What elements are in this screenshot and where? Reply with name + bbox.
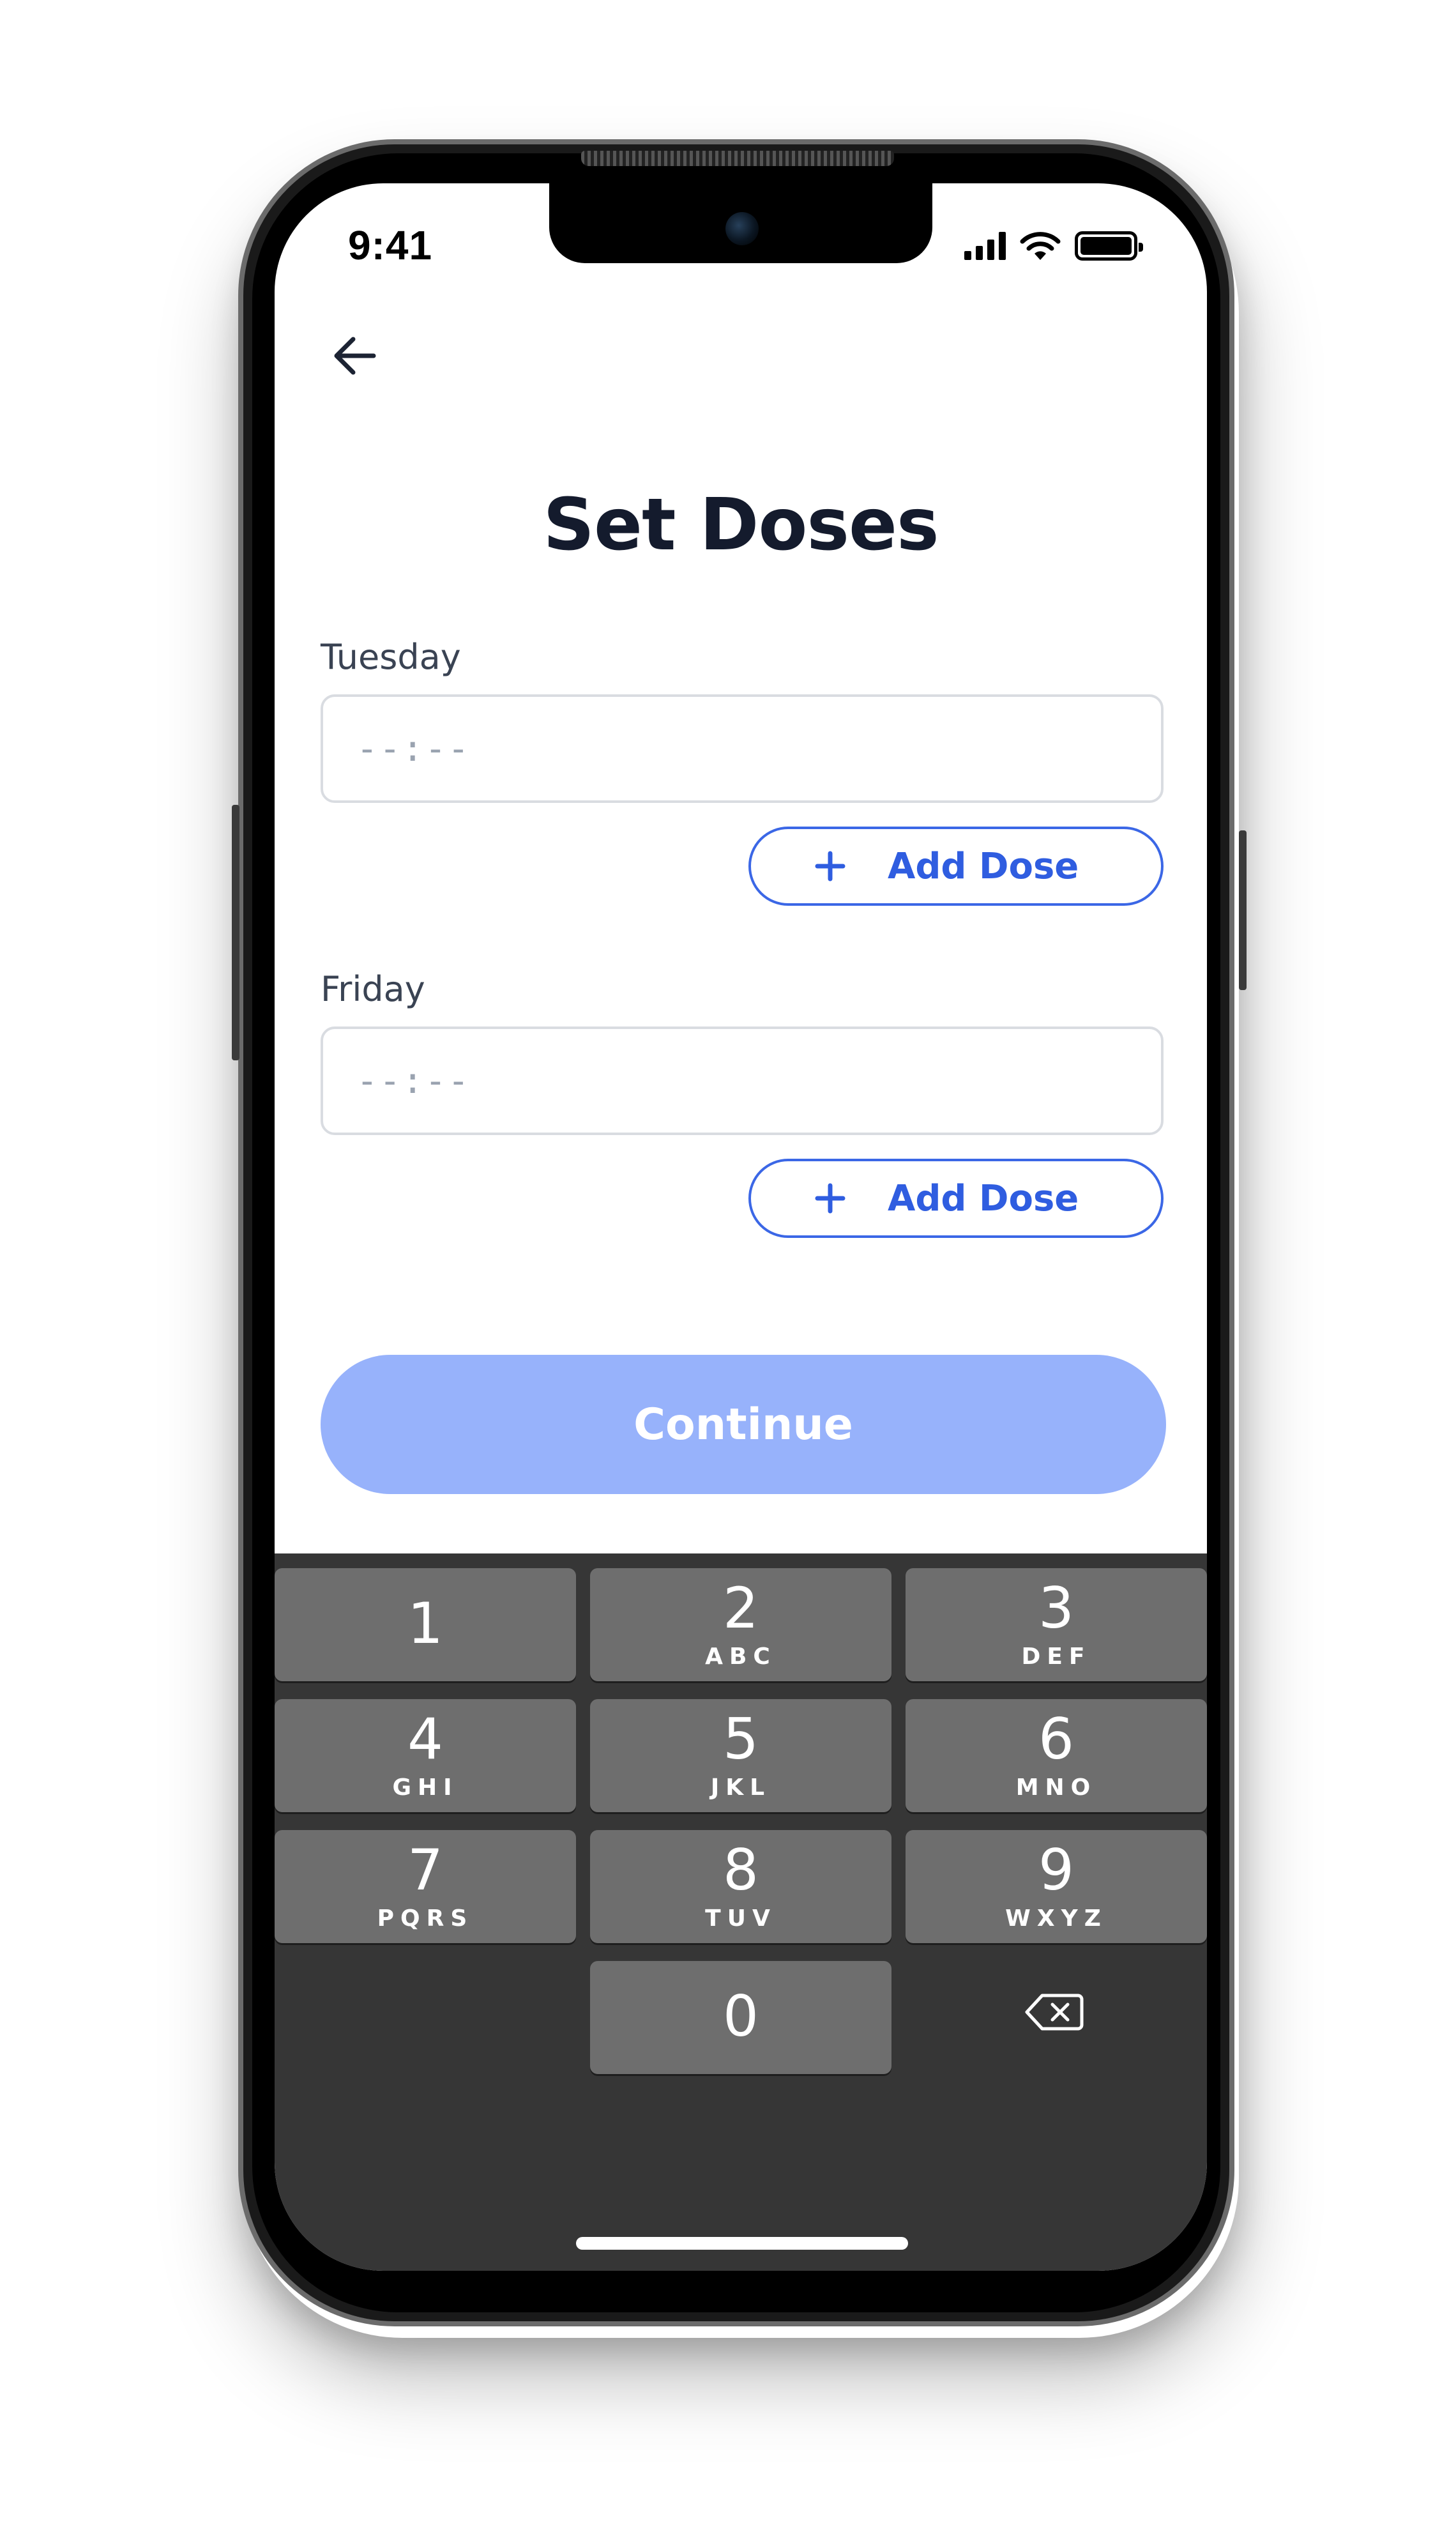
numeric-keypad: 1 2 ABC 3 DEF 4 GHI 5 JKL 6 MNO 7 PQRS 8… bbox=[275, 1553, 1207, 2271]
key-digit: 1 bbox=[407, 1591, 443, 1656]
arrow-left-icon bbox=[334, 337, 376, 375]
key-3[interactable]: 3 DEF bbox=[906, 1568, 1207, 1681]
phone-screen: 9:41 Set Doses Tuesday Add Dose Friday bbox=[275, 183, 1207, 2271]
signal-icon bbox=[964, 232, 1006, 260]
key-6[interactable]: 6 MNO bbox=[906, 1699, 1207, 1812]
status-time: 9:41 bbox=[348, 222, 433, 268]
time-input-tuesday[interactable] bbox=[321, 694, 1164, 803]
key-letters: DEF bbox=[1021, 1644, 1091, 1670]
key-digit: 3 bbox=[1038, 1575, 1074, 1641]
add-dose-label: Add Dose bbox=[888, 1177, 1079, 1219]
day-label-tuesday: Tuesday bbox=[321, 637, 461, 677]
status-icons bbox=[964, 227, 1143, 265]
day-label-friday: Friday bbox=[321, 969, 425, 1009]
backspace-key[interactable] bbox=[1022, 1987, 1086, 2038]
notch bbox=[549, 183, 932, 263]
key-0[interactable]: 0 bbox=[590, 1961, 891, 2074]
key-5[interactable]: 5 JKL bbox=[590, 1699, 891, 1812]
key-8[interactable]: 8 TUV bbox=[590, 1830, 891, 1943]
key-letters: JKL bbox=[710, 1774, 771, 1801]
page-title: Set Doses bbox=[543, 484, 939, 567]
key-digit: 6 bbox=[1038, 1706, 1074, 1772]
key-letters: ABC bbox=[705, 1644, 777, 1670]
add-dose-button-friday[interactable]: Add Dose bbox=[748, 1159, 1164, 1238]
key-1[interactable]: 1 bbox=[275, 1568, 576, 1681]
back-button[interactable] bbox=[322, 324, 386, 388]
plus-icon bbox=[815, 1183, 846, 1214]
key-4[interactable]: 4 GHI bbox=[275, 1699, 576, 1812]
continue-button[interactable]: Continue bbox=[321, 1355, 1166, 1494]
camera-icon bbox=[725, 212, 759, 245]
backspace-icon bbox=[1025, 1994, 1084, 2031]
key-letters: GHI bbox=[392, 1774, 459, 1801]
key-letters: WXYZ bbox=[1005, 1905, 1107, 1932]
add-dose-label: Add Dose bbox=[888, 845, 1079, 887]
continue-label: Continue bbox=[633, 1399, 853, 1450]
home-indicator[interactable] bbox=[576, 2237, 908, 2250]
key-2[interactable]: 2 ABC bbox=[590, 1568, 891, 1681]
side-button-right bbox=[1239, 830, 1247, 990]
key-letters: PQRS bbox=[377, 1905, 474, 1932]
battery-icon bbox=[1075, 231, 1143, 261]
wifi-icon bbox=[1020, 232, 1061, 260]
key-letters: MNO bbox=[1015, 1774, 1097, 1801]
key-9[interactable]: 9 WXYZ bbox=[906, 1830, 1207, 1943]
key-digit: 8 bbox=[723, 1837, 759, 1903]
key-digit: 0 bbox=[723, 1983, 759, 2049]
plus-icon bbox=[815, 851, 846, 881]
key-digit: 5 bbox=[723, 1706, 759, 1772]
time-input-friday[interactable] bbox=[321, 1026, 1164, 1135]
side-button-left bbox=[232, 805, 239, 1060]
key-digit: 9 bbox=[1038, 1837, 1074, 1903]
key-7[interactable]: 7 PQRS bbox=[275, 1830, 576, 1943]
add-dose-button-tuesday[interactable]: Add Dose bbox=[748, 827, 1164, 906]
key-digit: 2 bbox=[723, 1575, 759, 1641]
speaker-grill bbox=[581, 151, 894, 166]
key-digit: 7 bbox=[407, 1837, 443, 1903]
key-digit: 4 bbox=[407, 1706, 443, 1772]
key-letters: TUV bbox=[705, 1905, 777, 1932]
